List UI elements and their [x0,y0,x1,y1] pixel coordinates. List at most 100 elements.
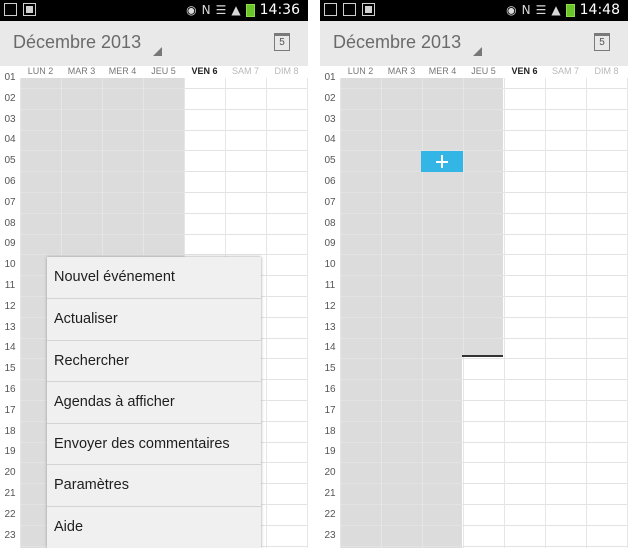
hour-gridline [340,379,628,380]
today-button[interactable]: 5 [594,33,610,51]
day-header-item[interactable]: MAR 3 [381,66,422,76]
wifi-icon: ☰ [535,3,547,17]
hour-label: 23 [324,530,336,541]
menu-item-calendars[interactable]: Agendas à afficher [47,381,261,422]
hour-label: 16 [4,384,16,395]
hour-label: 21 [324,488,336,499]
hour-gridline [20,88,308,89]
signal-icon: ▲ [551,3,561,17]
image-icon [343,3,356,16]
hour-gridline [340,109,628,110]
add-event-button[interactable] [421,151,463,172]
hour-label: 12 [4,301,16,312]
hour-gridline [340,296,628,297]
week-grid[interactable]: 01 02 03 04 05 06 07 08 09 10 11 12 13 14 15 16 17 18 19 20… [320,72,628,548]
hour-label: 05 [324,155,336,166]
hour-gridline [340,525,628,526]
hour-label: 17 [4,405,16,416]
hour-gridline [340,275,628,276]
check-icon [23,3,36,16]
hour-gridline [20,234,308,235]
hour-gridline [340,358,628,359]
left-screen: ◉ N ☰ ▲ 14:36 Décembre 2013 5 LUN 2 MAR … [0,0,308,548]
hour-gridline [340,88,628,89]
nfc-icon: N [521,3,531,17]
day-header: LUN 2 MAR 3 MER 4 JEU 5 VEN 6 SAM 7 DIM … [0,66,308,78]
day-header-item[interactable]: MAR 3 [61,66,102,76]
hour-label: 03 [324,114,336,125]
right-screen: ◉ N ☰ ▲ 14:48 Décembre 2013 5 LUN 2 MAR … [320,0,628,548]
menu-item-new-event[interactable]: Nouvel événement [47,257,261,298]
day-header-item[interactable]: DIM 8 [266,66,307,76]
eye-icon: ◉ [506,3,517,17]
hour-gridline [20,130,308,131]
hour-label: 13 [4,322,16,333]
hour-gridline [20,192,308,193]
menu-item-help[interactable]: Aide [47,506,261,547]
hour-label: 19 [324,446,336,457]
hour-gridline [340,150,628,151]
day-header-item[interactable]: MER 4 [102,66,143,76]
status-bar: ◉ N ☰ ▲ 14:36 [0,0,308,21]
hour-label: 15 [4,363,16,374]
menu-item-refresh[interactable]: Actualiser [47,298,261,339]
hour-label: 19 [4,446,16,457]
hour-label: 07 [324,197,336,208]
hour-gridline [20,254,308,255]
hour-label: 18 [4,426,16,437]
hour-label: 16 [324,384,336,395]
eye-icon: ◉ [186,3,197,17]
hour-gridline [340,421,628,422]
dropdown-arrow-icon[interactable] [473,47,482,56]
hour-gridline [20,109,308,110]
hour-label: 09 [4,238,16,249]
day-gridline [463,78,464,548]
hour-label: 22 [324,509,336,520]
hour-gridline [340,442,628,443]
action-bar: Décembre 2013 [320,21,628,66]
notification-icon [324,3,337,16]
hour-label: 01 [4,72,16,83]
menu-item-feedback[interactable]: Envoyer des commentaires [47,423,261,464]
check-icon [362,3,375,16]
day-header: LUN 2 MAR 3 MER 4 JEU 5 VEN 6 SAM 7 DIM … [320,66,628,78]
clock: 14:48 [579,2,620,18]
day-gridline [504,78,505,548]
battery-icon [245,3,255,17]
hour-label: 11 [4,280,16,291]
day-header-item[interactable]: LUN 2 [340,66,381,76]
action-bar: Décembre 2013 [0,21,308,66]
day-header-item[interactable]: DIM 8 [586,66,627,76]
status-bar: ◉ N ☰ ▲ 14:48 [320,0,628,21]
dropdown-arrow-icon[interactable] [153,47,162,56]
hour-label: 21 [4,488,16,499]
battery-icon [565,3,575,17]
day-header-item[interactable]: VEN 6 [184,66,225,76]
clock: 14:36 [259,2,300,18]
day-header-item[interactable]: SAM 7 [545,66,586,76]
hour-gridline [340,462,628,463]
day-header-item[interactable]: JEU 5 [463,66,504,76]
current-time-indicator [462,355,503,357]
today-button[interactable]: 5 [274,33,290,51]
day-gridline [586,78,587,548]
menu-item-settings[interactable]: Paramètres [47,464,261,505]
hour-label: 13 [324,322,336,333]
hour-label: 10 [4,259,16,270]
month-selector[interactable]: Décembre 2013 [13,32,141,53]
day-gridline [422,78,423,548]
hour-gridline [340,546,628,547]
day-header-item[interactable]: MER 4 [422,66,463,76]
day-gridline [307,78,308,548]
day-header-item[interactable]: SAM 7 [225,66,266,76]
day-header-item[interactable]: LUN 2 [20,66,61,76]
month-selector[interactable]: Décembre 2013 [333,32,461,53]
hour-label: 15 [324,363,336,374]
menu-item-search[interactable]: Rechercher [47,340,261,381]
hour-label: 22 [4,509,16,520]
hour-gridline [340,504,628,505]
day-header-item[interactable]: JEU 5 [143,66,184,76]
hour-gridline [340,171,628,172]
hour-gridline [340,254,628,255]
day-header-item[interactable]: VEN 6 [504,66,545,76]
